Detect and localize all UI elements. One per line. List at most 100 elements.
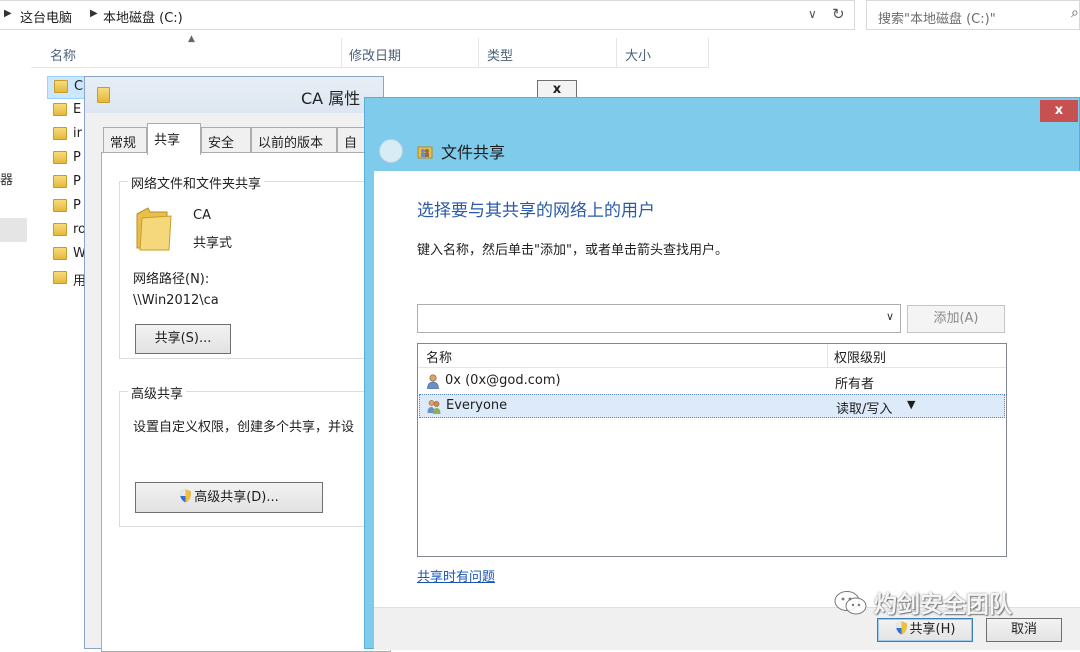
file-row[interactable]: ir (47, 124, 87, 147)
close-icon: x (1054, 103, 1064, 118)
properties-dialog: CA 属性 x 常规 共享 安全 以前的版本 自 网络文件和文件夹共享 CA 共… (84, 76, 577, 652)
advanced-sharing-description: 设置自定义权限，创建多个共享，并设 (133, 420, 355, 435)
properties-tabs: 常规 共享 安全 以前的版本 自 (101, 123, 385, 155)
page-heading: 选择要与其共享的网络上的用户 (417, 201, 655, 221)
watermark: 灼剑安全团队 (834, 585, 1012, 619)
add-button[interactable]: 添加(A) (907, 305, 1005, 333)
nav-item-selected[interactable] (0, 218, 27, 242)
file-sharing-icon (417, 146, 433, 159)
tab-security[interactable]: 安全 (201, 127, 251, 153)
list-item[interactable]: 0x (0x@god.com) 所有者 (419, 370, 1005, 394)
address-bar[interactable]: ▶ 这台电脑 ▶ 本地磁盘 (C:) ∨ ↻ (0, 0, 855, 30)
column-name[interactable]: 名称 (50, 45, 76, 64)
advanced-sharing-button[interactable]: 高级共享(D)... (135, 482, 323, 513)
search-input[interactable]: 搜索"本地磁盘 (C:)" ⌕ (866, 0, 1080, 30)
group-icon (427, 400, 441, 414)
breadcrumb-chevron-icon[interactable]: ▶ (90, 8, 98, 19)
folder-icon (53, 199, 67, 212)
user-icon (427, 374, 439, 389)
file-row[interactable]: E (47, 100, 87, 123)
instruction-text: 键入名称，然后单击"添加"，或者单击箭头查找用户。 (417, 243, 728, 258)
tab-general[interactable]: 常规 (103, 127, 147, 153)
file-row[interactable]: W (47, 244, 87, 267)
group-title: 网络文件和文件夹共享 (128, 173, 265, 192)
share-button[interactable]: 共享(S)... (135, 324, 231, 354)
file-row[interactable]: P (47, 196, 87, 219)
file-row[interactable]: P (47, 148, 87, 171)
file-name: P (73, 198, 81, 213)
advanced-sharing-label: 高级共享(D)... (194, 490, 279, 505)
column-type[interactable]: 类型 (487, 45, 513, 64)
caret-down-icon[interactable]: ▼ (907, 398, 915, 411)
users-list[interactable]: 名称 权限级别 0x (0x@god.com) 所有者 Everyone 读取/… (417, 343, 1007, 557)
folder-icon (53, 271, 67, 284)
user-name-combobox[interactable]: ∨ (417, 304, 901, 333)
file-sharing-dialog: x 文件共享 选择要与其共享的网络上的用户 键入名称，然后单击"添加"，或者单击… (364, 97, 1080, 650)
folder-name: CA (193, 208, 211, 223)
file-row[interactable]: P (47, 172, 87, 195)
properties-titlebar[interactable]: CA 属性 x (85, 77, 577, 113)
column-size[interactable]: 大小 (625, 45, 651, 64)
folder-icon (53, 127, 67, 140)
folder-icon (53, 223, 67, 236)
folder-icon (53, 151, 67, 164)
file-name: P (73, 174, 81, 189)
file-name: P (73, 150, 81, 165)
share-status: 共享式 (193, 236, 233, 251)
column-permission-level[interactable]: 权限级别 (834, 347, 886, 366)
tab-sharing[interactable]: 共享 (147, 123, 201, 155)
file-name: C (74, 79, 84, 94)
back-button[interactable] (379, 139, 403, 163)
column-header: ▲ 名称 修改日期 类型 大小 (31, 34, 709, 68)
nav-item-label[interactable]: 器 (0, 169, 13, 188)
breadcrumb-chevron-icon[interactable]: ▶ (4, 8, 12, 19)
chevron-down-icon[interactable]: ∨ (886, 310, 894, 323)
refresh-icon[interactable]: ↻ (832, 5, 845, 23)
uac-shield-icon (895, 621, 907, 635)
network-path-value: \\Win2012\ca (133, 293, 219, 308)
network-sharing-group: 网络文件和文件夹共享 CA 共享式 网络路径(N): \\Win2012\ca … (119, 173, 389, 359)
list-header: 名称 权限级别 (418, 344, 1006, 368)
file-row[interactable]: 用 (47, 268, 87, 291)
tab-previous-versions[interactable]: 以前的版本 (251, 127, 337, 153)
user-name: 0x (0x@god.com) (445, 373, 561, 388)
list-item-selected[interactable]: Everyone 读取/写入 ▼ (419, 394, 1005, 418)
navigation-pane[interactable]: 器 (0, 38, 30, 649)
properties-title: CA 属性 (301, 89, 361, 108)
close-button[interactable]: x (1040, 100, 1078, 122)
wizard-title: 文件共享 (441, 143, 506, 162)
cancel-button[interactable]: 取消 (986, 618, 1062, 642)
watermark-text: 灼剑安全团队 (874, 592, 1012, 618)
wizard-content: 选择要与其共享的网络上的用户 键入名称，然后单击"添加"，或者单击箭头查找用户。… (374, 171, 1080, 607)
folder-icon (53, 103, 67, 116)
sharing-help-link[interactable]: 共享时有问题 (417, 566, 495, 585)
file-row[interactable]: ro (47, 220, 87, 243)
chevron-down-icon[interactable]: ∨ (808, 7, 817, 21)
user-name: Everyone (446, 398, 508, 413)
column-name[interactable]: 名称 (426, 347, 452, 366)
folder-icon (97, 87, 110, 103)
file-row[interactable]: C (47, 76, 87, 99)
uac-shield-icon (180, 489, 192, 503)
sort-arrow-icon: ▲ (188, 34, 195, 44)
breadcrumb-this-pc[interactable]: 这台电脑 (20, 7, 72, 26)
wechat-logo-icon (834, 591, 867, 615)
permission-level-dropdown[interactable]: 读取/写入 (836, 398, 892, 417)
folder-icon (53, 175, 67, 188)
group-title: 高级共享 (128, 383, 187, 402)
column-date-modified[interactable]: 修改日期 (349, 45, 401, 64)
close-icon: x (552, 82, 562, 97)
advanced-sharing-group: 高级共享 设置自定义权限，创建多个共享，并设 高级共享(D)... (119, 383, 389, 527)
breadcrumb-local-disk[interactable]: 本地磁盘 (C:) (103, 7, 183, 26)
file-name: ir (73, 126, 82, 141)
sharing-panel: 网络文件和文件夹共享 CA 共享式 网络路径(N): \\Win2012\ca … (101, 152, 391, 652)
share-submit-button[interactable]: 共享(H) (877, 618, 973, 642)
folder-icon (54, 80, 68, 93)
permission-level: 所有者 (835, 377, 875, 392)
search-placeholder: 搜索"本地磁盘 (C:)" (878, 12, 996, 27)
folder-icon (53, 247, 67, 260)
network-path-label: 网络路径(N): (133, 272, 210, 287)
share-label: 共享(H) (909, 622, 956, 637)
folder-icon (136, 207, 172, 251)
search-icon[interactable]: ⌕ (1071, 5, 1079, 21)
